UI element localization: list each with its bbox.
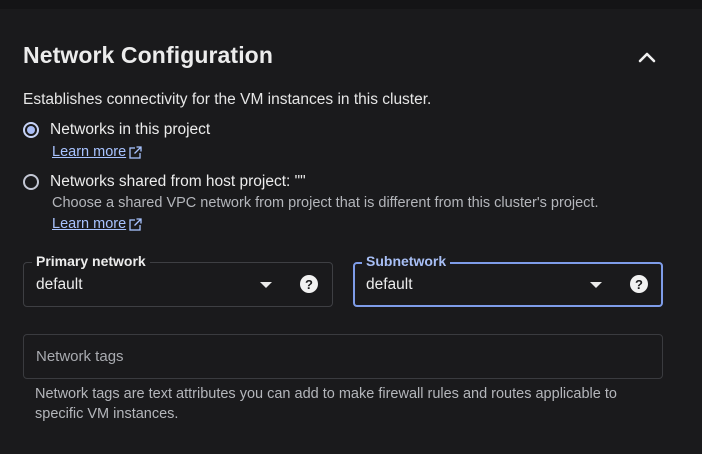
radio-button-this-project[interactable]	[23, 122, 39, 138]
learn-more-link-shared-host[interactable]: Learn more	[52, 216, 143, 232]
help-circle-icon[interactable]: ?	[630, 275, 648, 293]
radio-selected-dot	[27, 126, 35, 134]
section-description: Establishes connectivity for the VM inst…	[23, 91, 432, 108]
dropdown-arrow-icon[interactable]	[590, 282, 602, 288]
learn-more-label: Learn more	[52, 144, 127, 160]
subnetwork-select[interactable]: Subnetwork default ?	[353, 253, 663, 307]
top-divider	[0, 0, 702, 9]
primary-network-select[interactable]: Primary network default ?	[23, 253, 333, 307]
primary-network-value: default	[36, 276, 83, 293]
radio-label-this-project: Networks in this project	[50, 121, 211, 138]
subnetwork-value: default	[366, 276, 413, 293]
radio-option-shared-host[interactable]: Networks shared from host project: ""	[23, 173, 306, 191]
radio-button-shared-host[interactable]	[23, 174, 39, 190]
network-tags-placeholder: Network tags	[36, 348, 124, 365]
learn-more-link-this-project[interactable]: Learn more	[52, 144, 143, 160]
external-link-icon	[129, 145, 143, 159]
learn-more-label: Learn more	[52, 216, 127, 232]
radio-label-shared-host: Networks shared from host project: ""	[50, 173, 306, 190]
chevron-up-icon	[638, 52, 656, 63]
help-circle-icon[interactable]: ?	[300, 275, 318, 293]
dropdown-arrow-icon[interactable]	[260, 282, 272, 288]
radio-option-this-project[interactable]: Networks in this project	[23, 121, 210, 139]
network-tags-hint: Network tags are text attributes you can…	[35, 386, 617, 422]
primary-network-label: Primary network	[32, 253, 150, 269]
subnetwork-label: Subnetwork	[362, 253, 451, 269]
shared-host-description: Choose a shared VPC network from project…	[52, 195, 599, 211]
collapse-button[interactable]	[630, 42, 664, 72]
network-tags-input[interactable]: Network tags	[23, 334, 663, 379]
section-title: Network Configuration	[23, 42, 273, 68]
network-configuration-panel: Network Configuration Establishes connec…	[0, 0, 702, 454]
external-link-icon	[129, 217, 143, 231]
